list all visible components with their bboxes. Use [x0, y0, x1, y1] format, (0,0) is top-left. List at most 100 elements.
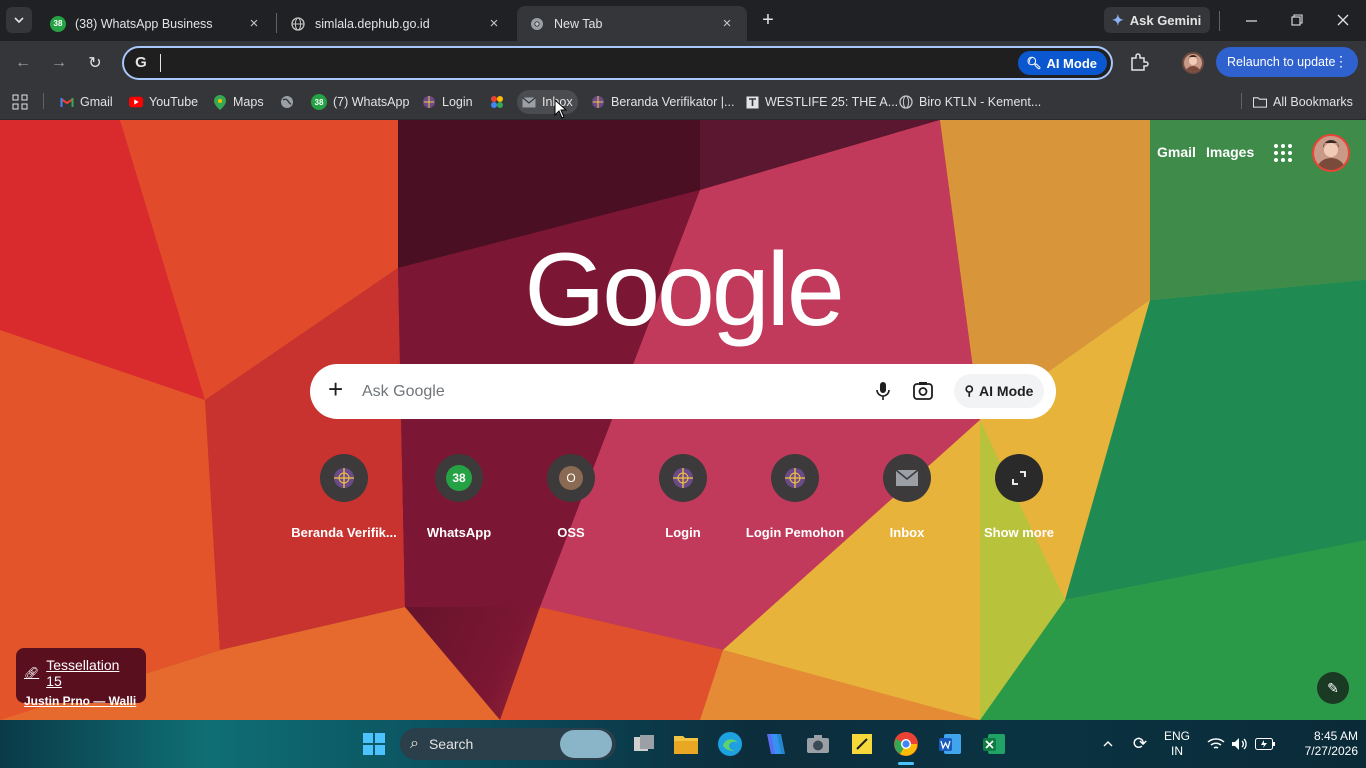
tab-search-button[interactable]: [6, 7, 32, 33]
back-button[interactable]: ←: [11, 51, 35, 75]
new-tab-button[interactable]: +: [757, 9, 779, 31]
whatsapp-icon: 38: [311, 94, 327, 110]
tab-divider: [276, 13, 277, 33]
edge-button[interactable]: [716, 730, 744, 758]
relaunch-to-update-button[interactable]: Relaunch to update ⋮: [1216, 47, 1358, 77]
account-avatar[interactable]: [1312, 134, 1350, 172]
start-button[interactable]: [360, 730, 388, 758]
close-icon[interactable]: ×: [486, 15, 502, 32]
file-explorer-button[interactable]: [672, 730, 700, 758]
bookmark-biro-ktln[interactable]: Biro KTLN - Kement...: [894, 90, 1046, 114]
ai-mode-button[interactable]: ⚲ AI Mode: [954, 374, 1044, 408]
bookmark-gmail[interactable]: Gmail: [55, 90, 118, 114]
taskbar-search[interactable]: ⌕ Search: [400, 728, 616, 760]
relaunch-label: Relaunch to update: [1227, 55, 1336, 69]
excel-button[interactable]: [980, 730, 1008, 758]
minimize-button[interactable]: [1239, 8, 1263, 32]
camera-icon: [807, 735, 829, 753]
reload-button[interactable]: ↻: [83, 51, 107, 75]
globe-icon: [320, 454, 368, 502]
microphone-icon[interactable]: [872, 380, 894, 402]
profile-avatar[interactable]: [1182, 52, 1204, 74]
apps-shortcut[interactable]: [7, 90, 33, 114]
bookmark-westlife[interactable]: WESTLIFE 25: THE A...: [740, 90, 903, 114]
volume-tray-button[interactable]: [1226, 730, 1254, 758]
language-line1: ENG: [1163, 729, 1190, 743]
omnibox-ai-mode-button[interactable]: 🔍︎ AI Mode: [1018, 51, 1107, 75]
mail-icon: [522, 95, 536, 109]
task-view-icon: [634, 735, 654, 751]
arrow-right-icon: →: [51, 54, 67, 71]
ai-mode-label: AI Mode: [979, 383, 1034, 399]
gmail-link[interactable]: Gmail: [1157, 144, 1196, 160]
tab-whatsapp-business[interactable]: 38 (38) WhatsApp Business ×: [38, 6, 274, 41]
camera-app-button[interactable]: [804, 730, 832, 758]
tab-new-tab[interactable]: New Tab ×: [517, 6, 747, 41]
tessellation-background: [0, 120, 1366, 720]
images-link[interactable]: Images: [1206, 144, 1254, 160]
shortcut-inbox[interactable]: Inbox: [852, 454, 962, 540]
show-hidden-icons-button[interactable]: [1094, 730, 1122, 758]
shortcut-label: Login: [665, 525, 701, 540]
bookmark-login[interactable]: Login: [417, 90, 478, 114]
tab-strip: 38 (38) WhatsApp Business × simlala.deph…: [0, 0, 1366, 41]
bookmark-youtube[interactable]: YouTube: [124, 90, 203, 114]
shortcut-login[interactable]: Login: [628, 454, 738, 540]
close-window-button[interactable]: [1331, 8, 1355, 32]
restore-button[interactable]: [1285, 8, 1309, 32]
ask-gemini-button[interactable]: ✦ Ask Gemini: [1104, 7, 1210, 33]
bookmark-label: Gmail: [80, 95, 113, 109]
close-icon[interactable]: ×: [246, 15, 262, 32]
shortcut-oss[interactable]: O OSS: [516, 454, 626, 540]
apps-grid-icon: [12, 94, 28, 110]
task-view-button[interactable]: [630, 730, 658, 758]
window-divider: [1219, 11, 1220, 31]
background-attribution[interactable]: 🔗︎ Tessellation 15 Justin Prno — Walli: [16, 648, 146, 708]
bookmark-maps[interactable]: Maps: [208, 90, 269, 114]
sticky-notes-button[interactable]: [848, 730, 876, 758]
all-bookmarks-button[interactable]: All Bookmarks: [1248, 90, 1358, 114]
sticky-notes-icon: [852, 734, 872, 754]
attribution-title[interactable]: Tessellation 15: [46, 657, 138, 689]
globe-icon: [659, 454, 707, 502]
shortcut-show-more[interactable]: Show more: [964, 454, 1074, 540]
forward-button[interactable]: →: [47, 51, 71, 75]
edge-icon: [718, 732, 742, 756]
customize-chrome-button[interactable]: ✎: [1317, 672, 1349, 704]
shortcut-whatsapp[interactable]: 38 WhatsApp: [404, 454, 514, 540]
plus-icon[interactable]: +: [328, 376, 343, 402]
bookmark-inbox[interactable]: Inbox: [517, 90, 578, 114]
shortcut-login-pemohon[interactable]: Login Pemohon: [740, 454, 850, 540]
shortcut-beranda-verifikator[interactable]: Beranda Verifik...: [289, 454, 399, 540]
bookmarks-divider: [43, 93, 44, 109]
attribution-author[interactable]: Justin Prno — Walli: [24, 694, 138, 708]
chrome-taskbar-button[interactable]: [892, 730, 920, 765]
google-search-box[interactable]: + ⚲ AI Mode: [310, 364, 1056, 419]
bookmark-photos[interactable]: [485, 90, 509, 114]
word-button[interactable]: [936, 730, 964, 758]
bookmark-globe[interactable]: [275, 90, 299, 114]
arrow-left-icon: ←: [15, 54, 31, 71]
extensions-puzzle-icon[interactable]: [1128, 51, 1150, 73]
search-input[interactable]: [362, 380, 842, 404]
chrome-icon: [529, 16, 545, 32]
copilot-icon: [767, 734, 785, 754]
battery-tray-button[interactable]: [1251, 730, 1279, 758]
language-indicator[interactable]: ENG IN: [1160, 729, 1194, 759]
reload-icon: ↻: [88, 55, 102, 72]
copilot-button[interactable]: [760, 730, 788, 758]
mouse-cursor-icon: [554, 99, 568, 119]
omnibox-input[interactable]: [158, 53, 1008, 73]
bookmark-beranda-verifikator[interactable]: Beranda Verifikator |...: [586, 90, 739, 114]
sync-tray-button[interactable]: ⟳: [1126, 730, 1154, 758]
address-bar[interactable]: G 🔍︎ AI Mode: [122, 46, 1113, 80]
search-icon: ⌕: [410, 735, 419, 752]
tab-simlala[interactable]: simlala.dephub.go.id ×: [278, 6, 514, 41]
google-apps-icon[interactable]: [1272, 142, 1294, 164]
new-tab-page: Gmail Images Google + ⚲ AI Mode Beranda …: [0, 120, 1366, 720]
close-icon[interactable]: ×: [719, 15, 735, 32]
google-lens-icon[interactable]: [912, 380, 934, 402]
clock[interactable]: 8:45 AM 7/27/2026: [1284, 729, 1358, 759]
bookmark-whatsapp[interactable]: 38 (7) WhatsApp: [306, 90, 414, 114]
tab-title: New Tab: [554, 16, 603, 31]
